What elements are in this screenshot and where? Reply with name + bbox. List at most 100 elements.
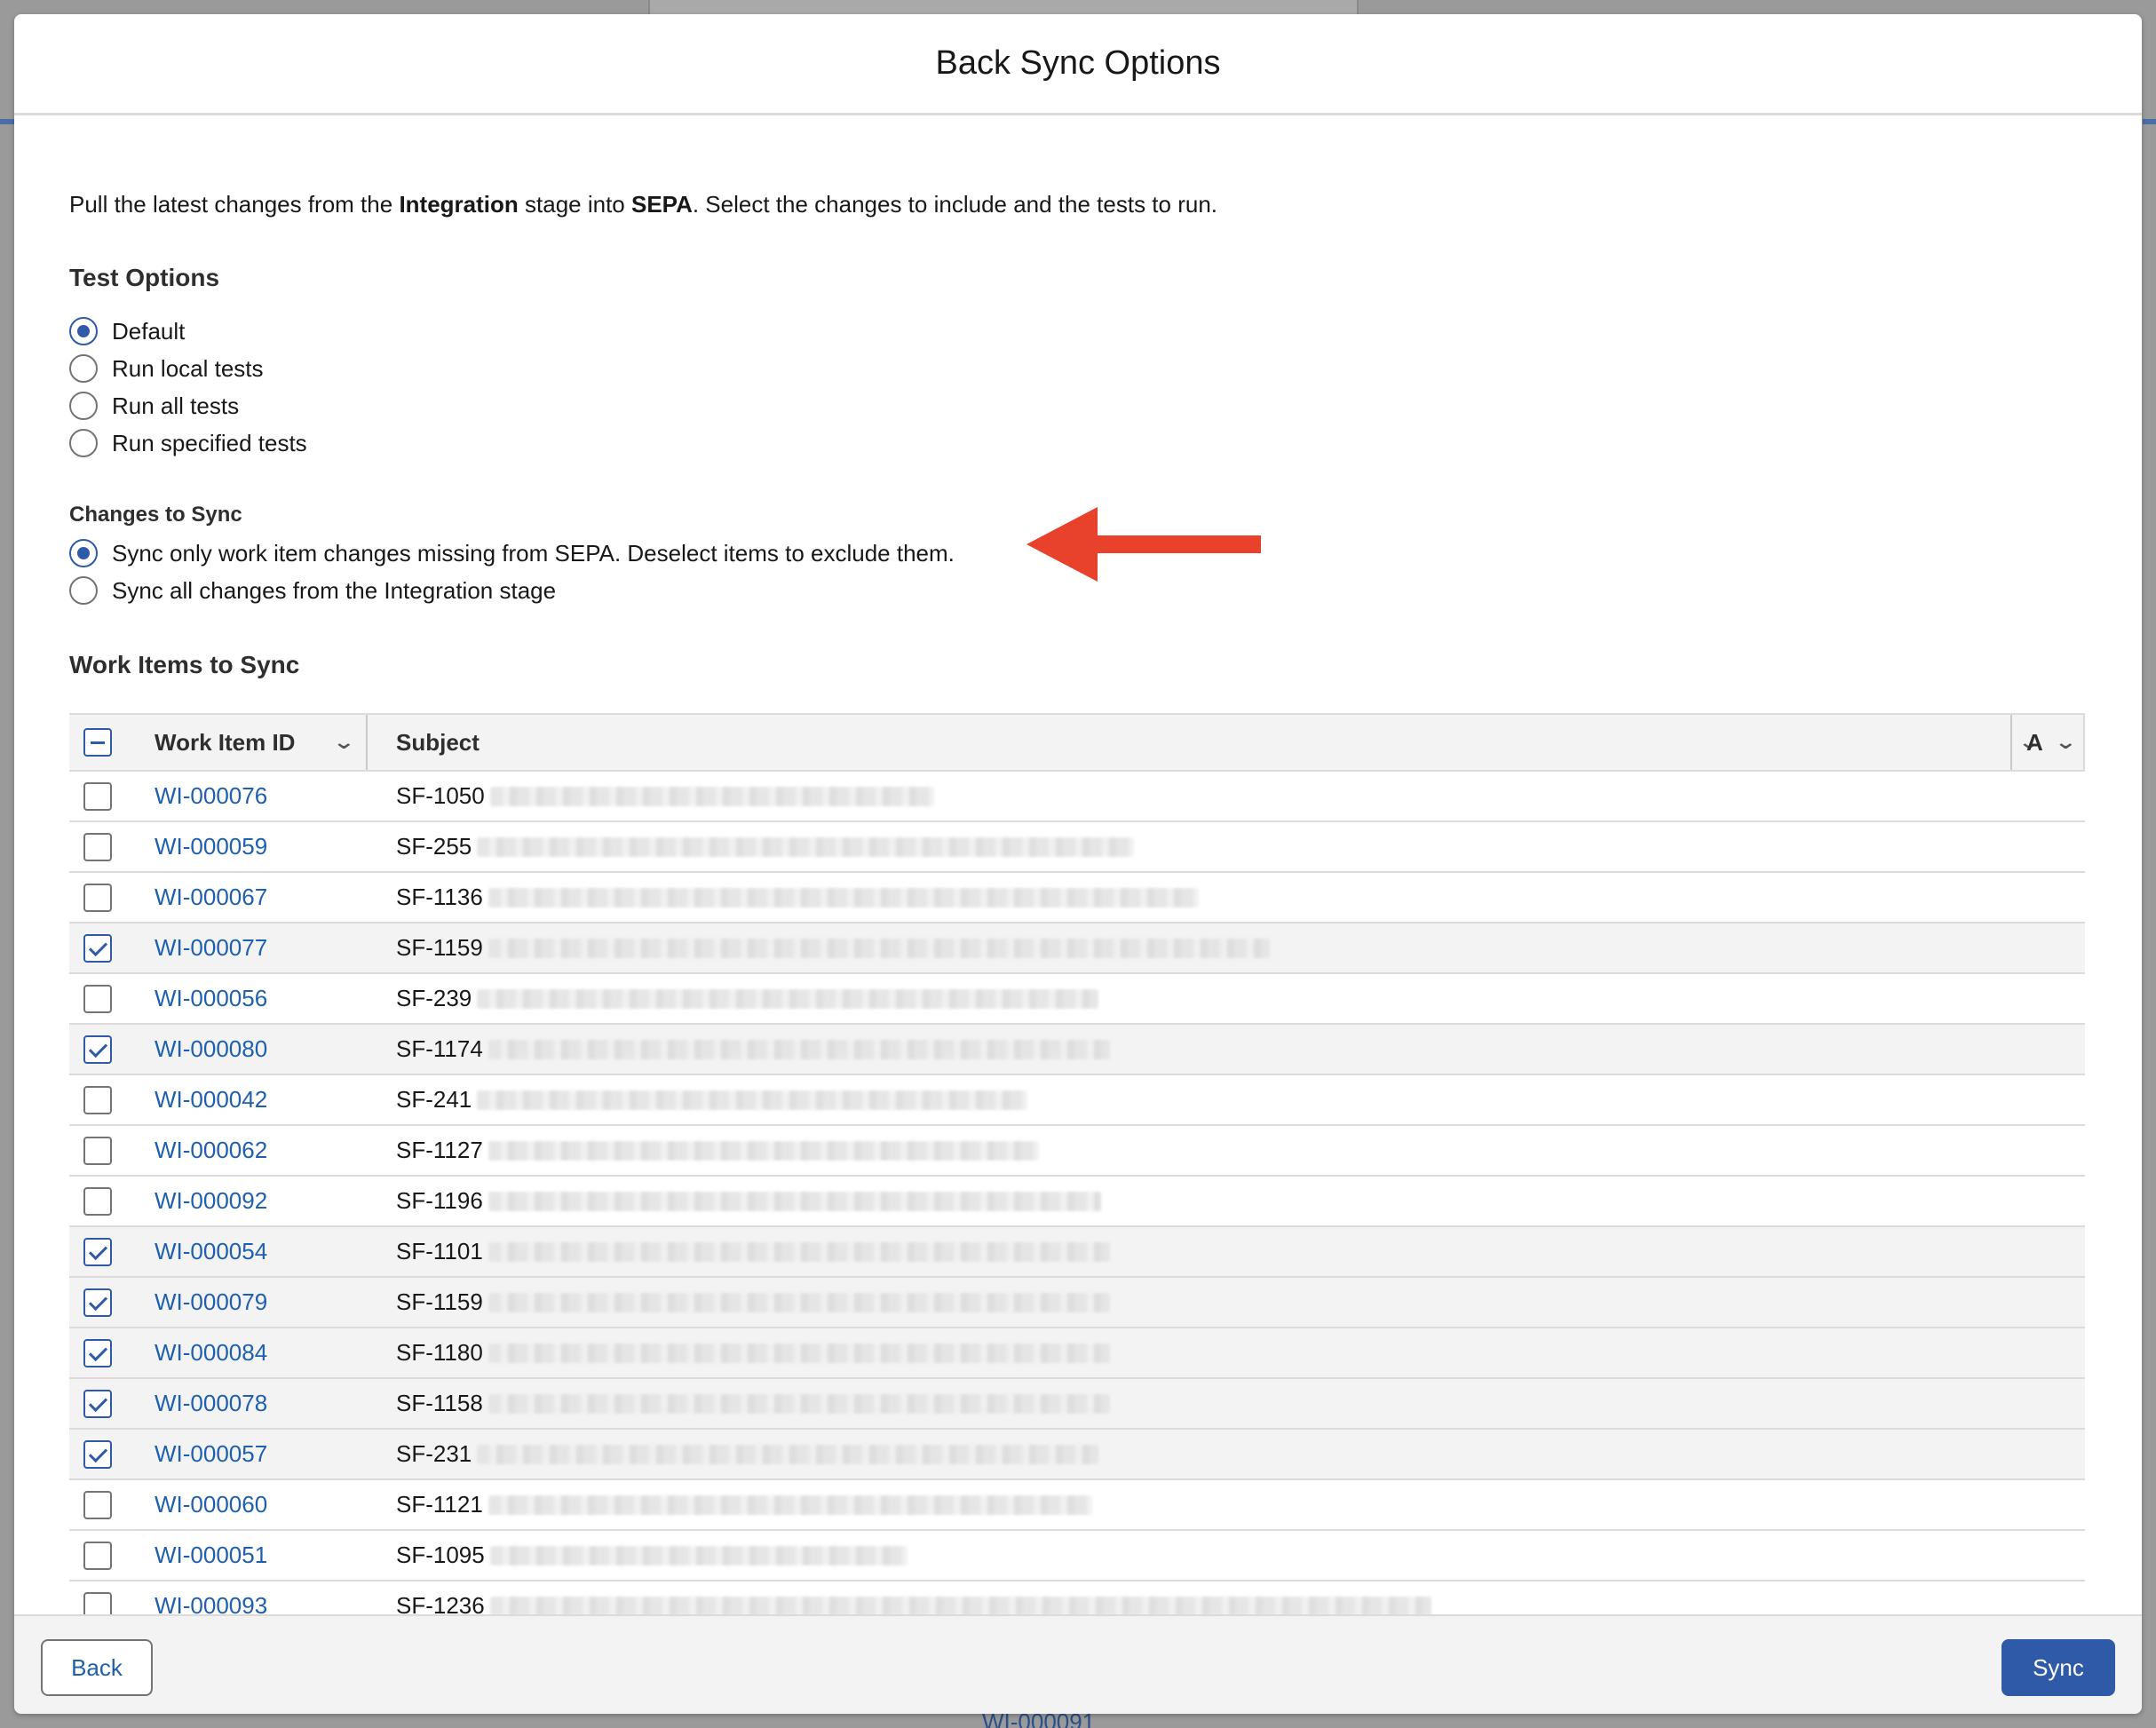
subject-cell: SF-1180 — [396, 1328, 1110, 1377]
annotation-arrow-icon — [1026, 507, 1261, 582]
column-work-item-id[interactable]: Work Item ID ⌄ — [155, 715, 421, 770]
select-all-checkbox[interactable] — [83, 728, 112, 757]
row-checkbox-cell[interactable] — [83, 1542, 112, 1574]
row-checkbox[interactable] — [83, 985, 112, 1013]
work-item-id-link[interactable]: WI-000042 — [155, 1075, 267, 1124]
table-row[interactable]: WI-000057 SF-231 — [69, 1430, 2085, 1480]
work-item-id-link[interactable]: WI-000056 — [155, 974, 267, 1023]
row-checkbox[interactable] — [83, 1339, 112, 1367]
intro-stage: Integration — [399, 191, 519, 218]
row-checkbox[interactable] — [83, 934, 112, 963]
work-item-id-link[interactable]: WI-000057 — [155, 1430, 267, 1478]
work-item-id-link[interactable]: WI-000051 — [155, 1531, 267, 1580]
table-row[interactable]: WI-000059 SF-255 — [69, 822, 2085, 873]
test-option-default[interactable]: Default — [69, 314, 185, 348]
table-row[interactable]: WI-000080 SF-1174 — [69, 1025, 2085, 1075]
radio-button[interactable] — [69, 429, 98, 457]
row-checkbox[interactable] — [83, 1086, 112, 1114]
table-row[interactable]: WI-000060 SF-1121 — [69, 1480, 2085, 1531]
redacted-subject-text — [477, 988, 1099, 1009]
row-checkbox-cell[interactable] — [83, 1137, 112, 1169]
row-checkbox[interactable] — [83, 1288, 112, 1317]
row-checkbox[interactable] — [83, 1035, 112, 1064]
work-item-id-link[interactable]: WI-000078 — [155, 1379, 267, 1428]
sync-option-missing-only[interactable]: Sync only work item changes missing from… — [69, 536, 955, 570]
row-checkbox[interactable] — [83, 1491, 112, 1519]
row-checkbox[interactable] — [83, 884, 112, 912]
work-item-id-link[interactable]: WI-000067 — [155, 873, 267, 922]
radio-button[interactable] — [69, 539, 98, 567]
row-checkbox[interactable] — [83, 1592, 112, 1614]
row-checkbox-cell[interactable] — [83, 1035, 112, 1068]
row-checkbox-cell[interactable] — [83, 1592, 112, 1614]
table-row[interactable]: WI-000078 SF-1158 — [69, 1379, 2085, 1430]
column-subject[interactable]: Subject ⌄ — [396, 715, 2041, 770]
intro-text: Pull the latest changes from the Integra… — [69, 191, 1217, 218]
row-checkbox-cell[interactable] — [83, 1491, 112, 1524]
work-item-id-link[interactable]: WI-000054 — [155, 1227, 267, 1276]
row-checkbox-cell[interactable] — [83, 1440, 112, 1473]
sync-option-all-changes[interactable]: Sync all changes from the Integration st… — [69, 574, 556, 607]
row-checkbox-cell[interactable] — [83, 985, 112, 1018]
work-item-id-link[interactable]: WI-000062 — [155, 1126, 267, 1175]
modal-body[interactable]: Pull the latest changes from the Integra… — [14, 118, 2142, 1614]
work-item-id-link[interactable]: WI-000076 — [155, 772, 267, 820]
row-checkbox[interactable] — [83, 1137, 112, 1165]
row-checkbox-cell[interactable] — [83, 884, 112, 916]
table-row[interactable]: WI-000077 SF-1159 — [69, 923, 2085, 974]
select-all-cell[interactable] — [83, 715, 112, 770]
table-row[interactable]: WI-000079 SF-1159 — [69, 1278, 2085, 1328]
row-checkbox-cell[interactable] — [83, 1339, 112, 1372]
table-row[interactable]: WI-000092 SF-1196 — [69, 1177, 2085, 1227]
row-checkbox[interactable] — [83, 1187, 112, 1216]
radio-button[interactable] — [69, 317, 98, 345]
chevron-down-icon[interactable]: ⌄ — [2054, 731, 2077, 754]
row-checkbox-cell[interactable] — [83, 1288, 112, 1321]
test-option-run-all[interactable]: Run all tests — [69, 389, 239, 423]
row-checkbox-cell[interactable] — [83, 782, 112, 815]
row-checkbox[interactable] — [83, 1390, 112, 1418]
work-item-id-link[interactable]: WI-000080 — [155, 1025, 267, 1074]
chevron-down-icon[interactable]: ⌄ — [332, 731, 355, 754]
radio-button[interactable] — [69, 576, 98, 605]
table-row[interactable]: WI-000084 SF-1180 — [69, 1328, 2085, 1379]
table-body: WI-000076 SF-1050 WI-000059 SF-255 WI-000067… — [69, 772, 2085, 1614]
row-checkbox[interactable] — [83, 833, 112, 861]
test-option-run-specified[interactable]: Run specified tests — [69, 426, 307, 460]
table-row[interactable]: WI-000093 SF-1236 — [69, 1581, 2085, 1614]
work-item-id-link[interactable]: WI-000077 — [155, 923, 267, 972]
row-checkbox[interactable] — [83, 1238, 112, 1266]
column-label: Work Item ID — [155, 728, 296, 756]
table-row[interactable]: WI-000067 SF-1136 — [69, 873, 2085, 923]
table-row[interactable]: WI-000056 SF-239 — [69, 974, 2085, 1025]
work-item-id-link[interactable]: WI-000092 — [155, 1177, 267, 1225]
row-checkbox-cell[interactable] — [83, 1238, 112, 1271]
work-item-id-link[interactable]: WI-000079 — [155, 1278, 267, 1327]
row-checkbox-cell[interactable] — [83, 934, 112, 967]
radio-button[interactable] — [69, 354, 98, 383]
work-item-id-link[interactable]: WI-000060 — [155, 1480, 267, 1529]
table-row[interactable]: WI-000076 SF-1050 — [69, 772, 2085, 822]
table-row[interactable]: WI-000054 SF-1101 — [69, 1227, 2085, 1278]
row-checkbox-cell[interactable] — [83, 1086, 112, 1119]
column-extra[interactable]: A ⌄ — [2026, 715, 2077, 770]
back-button[interactable]: Back — [41, 1639, 153, 1696]
table-row[interactable]: WI-000062 SF-1127 — [69, 1126, 2085, 1177]
row-checkbox[interactable] — [83, 1440, 112, 1469]
radio-button[interactable] — [69, 392, 98, 420]
test-option-run-local[interactable]: Run local tests — [69, 352, 264, 385]
work-item-id-link[interactable]: WI-000093 — [155, 1581, 267, 1614]
row-checkbox-cell[interactable] — [83, 1390, 112, 1423]
subject-code: SF-1095 — [396, 1542, 485, 1568]
table-row[interactable]: WI-000051 SF-1095 — [69, 1531, 2085, 1581]
work-item-id-link[interactable]: WI-000059 — [155, 822, 267, 871]
redacted-subject-text — [487, 1241, 1110, 1262]
row-checkbox-cell[interactable] — [83, 833, 112, 866]
table-row[interactable]: WI-000042 SF-241 — [69, 1075, 2085, 1126]
sync-button[interactable]: Sync — [2001, 1639, 2115, 1696]
row-checkbox[interactable] — [83, 782, 112, 811]
row-checkbox[interactable] — [83, 1542, 112, 1570]
work-item-id-link[interactable]: WI-000084 — [155, 1328, 267, 1377]
background-tab-underline — [0, 119, 14, 124]
row-checkbox-cell[interactable] — [83, 1187, 112, 1220]
